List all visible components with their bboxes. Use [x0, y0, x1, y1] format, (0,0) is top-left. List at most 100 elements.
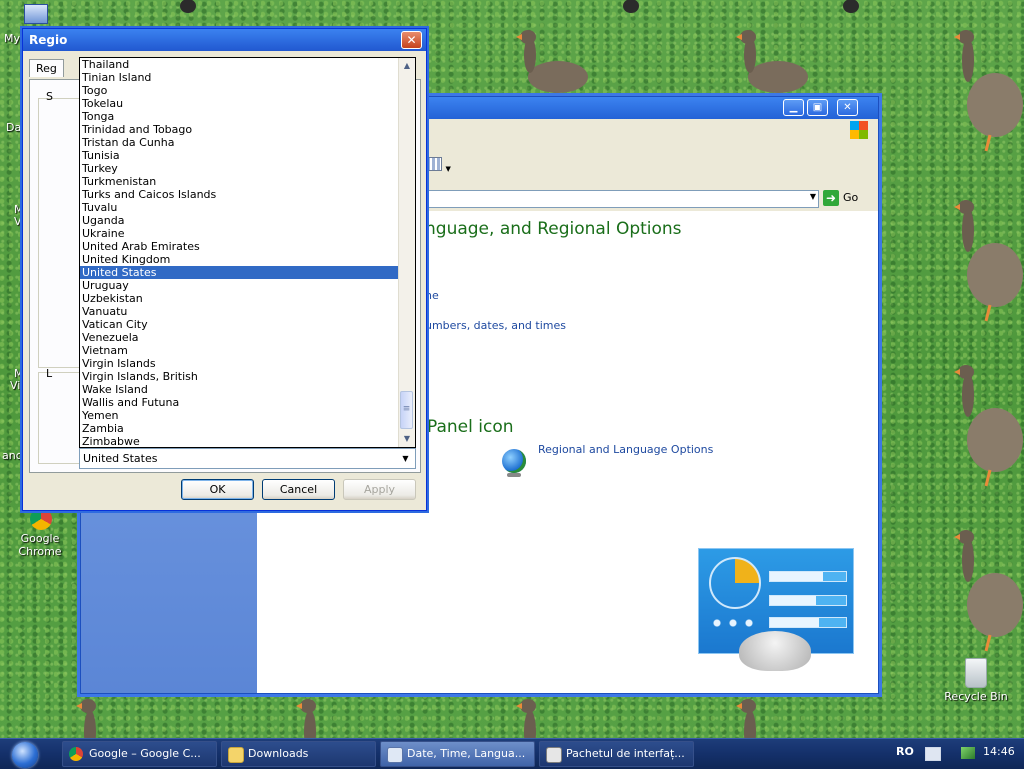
country-option[interactable]: Vatican City	[80, 318, 398, 331]
country-option[interactable]: Tonga	[80, 110, 398, 123]
goose-wallpaper	[954, 30, 1023, 152]
desktop-icon-fragment: Da	[6, 121, 22, 134]
taskbar: Google – Google C... Downloads Date, Tim…	[0, 738, 1024, 769]
goose-wallpaper	[843, 0, 859, 13]
scroll-up-icon[interactable]: ▲	[399, 58, 415, 74]
desktop-icon-fragment: Vi	[10, 379, 21, 392]
goose-wallpaper	[516, 30, 588, 93]
goose-wallpaper	[623, 0, 639, 13]
desktop-icon-label: My	[4, 32, 21, 45]
country-option[interactable]: Ukraine	[80, 227, 398, 240]
country-option[interactable]: Togo	[80, 84, 398, 97]
country-option[interactable]: Turkmenistan	[80, 175, 398, 188]
country-option[interactable]: Tristan da Cunha	[80, 136, 398, 149]
dialog-titlebar[interactable]: Regio	[23, 29, 426, 51]
goose-wallpaper	[180, 0, 196, 13]
task-label: Pachetul de interfaț...	[566, 747, 685, 760]
goose-wallpaper	[76, 699, 96, 738]
country-option[interactable]: United Kingdom	[80, 253, 398, 266]
system-tray: RO 14:46	[887, 741, 1024, 767]
chevron-down-icon[interactable]: ▼	[810, 192, 816, 201]
country-option[interactable]: Tuvalu	[80, 201, 398, 214]
country-option[interactable]: Thailand	[80, 58, 398, 71]
go-button[interactable]: ➜ Go	[823, 190, 873, 208]
country-option[interactable]: Vietnam	[80, 344, 398, 357]
tab-regional-options[interactable]: Reg	[29, 59, 64, 77]
scroll-down-icon[interactable]: ▼	[399, 431, 415, 447]
desktop-icon-fragment: anc	[2, 449, 22, 462]
google-chrome-desktop-icon[interactable]: Google Chrome	[8, 508, 72, 558]
task-button-downloads[interactable]: Downloads	[221, 741, 376, 767]
recycle-bin-desktop-icon[interactable]: Recycle Bin	[944, 658, 1008, 703]
country-option[interactable]: United Arab Emirates	[80, 240, 398, 253]
views-icon	[426, 157, 442, 171]
country-option[interactable]: Wallis and Futuna	[80, 396, 398, 409]
task-label: Date, Time, Langua...	[407, 747, 526, 760]
clock[interactable]: 14:46	[983, 745, 1015, 758]
goose-wallpaper	[954, 200, 1023, 322]
go-label: Go	[843, 191, 859, 204]
desktop-icon-label: Google Chrome	[18, 532, 62, 558]
dialog-title: Regio	[29, 33, 68, 47]
country-option[interactable]: Zambia	[80, 422, 398, 435]
recycle-bin-icon	[965, 658, 987, 688]
desktop-icon-label: Recycle Bin	[944, 690, 1008, 703]
country-option[interactable]: Turks and Caicos Islands	[80, 188, 398, 201]
cancel-button[interactable]: Cancel	[262, 479, 335, 500]
task-button-date-time-language[interactable]: Date, Time, Langua...	[380, 741, 535, 767]
task-button-installer[interactable]: Pachetul de interfaț...	[539, 741, 694, 767]
country-option[interactable]: Trinidad and Tobago	[80, 123, 398, 136]
chevron-down-icon[interactable]: ▼	[398, 450, 413, 467]
groupbox-label-fragment: S	[46, 90, 53, 103]
country-option[interactable]: Yemen	[80, 409, 398, 422]
ok-button[interactable]: OK	[181, 479, 254, 500]
task-label: Downloads	[248, 747, 309, 760]
country-option[interactable]: Uganda	[80, 214, 398, 227]
country-option[interactable]: Vanuatu	[80, 305, 398, 318]
country-option[interactable]: Uruguay	[80, 279, 398, 292]
list-scrollbar[interactable]: ▲ ≡ ▼	[398, 58, 415, 447]
country-option[interactable]: Turkey	[80, 162, 398, 175]
country-dropdown-list[interactable]: Thailand Tinian Island Togo Tokelau Tonga Tri…	[79, 57, 416, 448]
maximize-button[interactable]: ▣	[807, 99, 828, 116]
country-option[interactable]: Venezuela	[80, 331, 398, 344]
start-button[interactable]	[2, 741, 52, 768]
country-option[interactable]: Uzbekistan	[80, 292, 398, 305]
location-combobox[interactable]: United States ▼	[79, 448, 416, 469]
close-button[interactable]: ✕	[837, 99, 858, 116]
country-option[interactable]: Tinian Island	[80, 71, 398, 84]
network-icon[interactable]	[961, 747, 975, 759]
task-button-chrome[interactable]: Google – Google C...	[62, 741, 217, 767]
task-label: Google – Google C...	[89, 747, 201, 760]
country-option[interactable]: Tokelau	[80, 97, 398, 110]
language-indicator[interactable]: RO	[896, 745, 914, 758]
illustration-dots	[709, 619, 757, 627]
goose-wallpaper	[954, 530, 1023, 652]
country-option[interactable]: Tunisia	[80, 149, 398, 162]
pick-icon-heading: Panel icon	[427, 417, 514, 437]
country-option[interactable]: Virgin Islands, British	[80, 370, 398, 383]
chevron-down-icon: ▼	[445, 165, 451, 173]
goose-wallpaper	[736, 30, 808, 93]
groupbox-label-fragment: L	[46, 367, 53, 380]
task-link-partial[interactable]: ne	[425, 289, 439, 302]
views-button[interactable]: ▼	[426, 157, 452, 175]
task-link-partial[interactable]: umbers, dates, and times	[425, 319, 566, 332]
country-option[interactable]: Zimbabwe	[80, 435, 398, 447]
goose-wallpaper	[516, 699, 536, 738]
globe-icon[interactable]	[502, 449, 526, 473]
country-option[interactable]: United States	[80, 266, 398, 279]
windows-logo-icon	[850, 121, 868, 139]
dialog-close-button[interactable]: ✕	[401, 31, 422, 49]
apply-button[interactable]: Apply	[343, 479, 416, 500]
keyboard-icon[interactable]	[925, 747, 941, 761]
scrollbar-thumb[interactable]: ≡	[400, 391, 413, 429]
country-option[interactable]: Wake Island	[80, 383, 398, 396]
chrome-icon	[69, 747, 83, 761]
regional-options-dialog[interactable]: Regio ✕ Reg S L Thailand Tinian Island Tog…	[22, 28, 427, 511]
minimize-button[interactable]: ▁	[783, 99, 804, 116]
illustration-bar	[769, 595, 847, 606]
category-heading: nguage, and Regional Options	[425, 219, 682, 239]
country-option[interactable]: Virgin Islands	[80, 357, 398, 370]
regional-language-options-link[interactable]: Regional and Language Options	[538, 443, 713, 456]
